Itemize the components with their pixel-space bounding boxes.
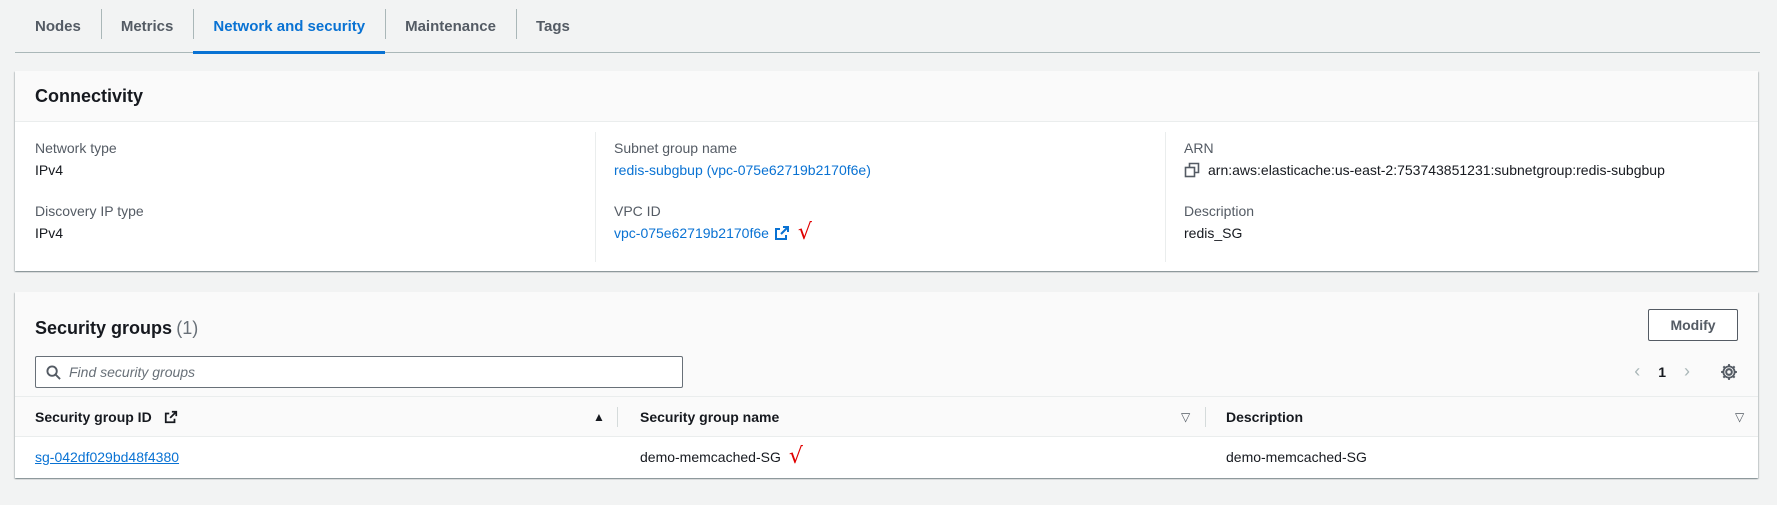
security-group-name-cell: demo-memcached-SG √	[640, 437, 803, 477]
network-type-field: Network type IPv4	[35, 138, 595, 182]
description-field: Description redis_SG	[1184, 201, 1745, 245]
arn-value: arn:aws:elasticache:us-east-2:7537438512…	[1208, 162, 1665, 178]
discovery-ip-label: Discovery IP type	[35, 203, 144, 219]
column-header-id-label: Security group ID	[35, 409, 152, 425]
security-group-name: demo-memcached-SG	[640, 449, 781, 465]
network-type-label: Network type	[35, 140, 117, 156]
tab-maintenance[interactable]: Maintenance	[385, 0, 516, 52]
description-value: redis_SG	[1184, 225, 1243, 241]
column-header-name[interactable]: Security group name	[640, 397, 779, 437]
subnet-group-link[interactable]: redis-subgbup (vpc-075e62719b2170f6e)	[614, 158, 871, 182]
security-groups-heading: Security groups (1)	[35, 318, 198, 339]
column-header-description[interactable]: Description	[1226, 397, 1303, 437]
subnet-group-label: Subnet group name	[614, 140, 737, 156]
column-header-id[interactable]: Security group ID	[35, 397, 178, 437]
column-divider[interactable]	[1205, 407, 1206, 427]
sort-unsorted-icon[interactable]: ▽	[1735, 410, 1744, 424]
connectivity-column-2: Subnet group name redis-subgbup (vpc-075…	[595, 132, 1165, 262]
connectivity-header: Connectivity	[15, 71, 1758, 122]
description-label: Description	[1184, 203, 1255, 219]
security-groups-header: Security groups (1) Modify ‹ 1 ›	[15, 292, 1758, 397]
table-row: sg-042df029bd48f4380 demo-memcached-SG √…	[15, 437, 1758, 477]
annotation-check-mark: √	[797, 220, 812, 245]
tab-network-and-security[interactable]: Network and security	[193, 0, 385, 54]
table-header: Security group ID ▲ Security group name …	[15, 397, 1758, 437]
discovery-ip-value: IPv4	[35, 225, 64, 241]
search-input[interactable]	[69, 364, 659, 380]
search-icon	[46, 364, 61, 380]
arn-field: ARN arn:aws:elasticache:us-east-2:753743…	[1184, 138, 1745, 182]
security-groups-count: (1)	[176, 318, 199, 338]
copy-icon[interactable]	[1184, 162, 1200, 178]
tab-metrics[interactable]: Metrics	[100, 0, 194, 52]
arn-label: ARN	[1184, 140, 1214, 156]
subnet-group-field: Subnet group name redis-subgbup (vpc-075…	[614, 138, 1165, 182]
gear-icon[interactable]	[1720, 363, 1738, 381]
vpc-id-label: VPC ID	[614, 203, 661, 219]
external-link-icon	[164, 410, 177, 424]
modify-button[interactable]: Modify	[1648, 309, 1738, 341]
annotation-check-mark: √	[788, 444, 803, 469]
sort-unsorted-icon[interactable]: ▽	[1181, 410, 1190, 424]
external-link-icon[interactable]	[774, 225, 790, 241]
vpc-id-field: VPC ID vpc-075e62719b2170f6e √	[614, 201, 1165, 245]
connectivity-column-3: ARN arn:aws:elasticache:us-east-2:753743…	[1165, 132, 1745, 262]
vpc-id-link[interactable]: vpc-075e62719b2170f6e	[614, 221, 769, 245]
page-number[interactable]: 1	[1658, 364, 1666, 380]
security-group-description: demo-memcached-SG	[1226, 449, 1367, 465]
security-groups-panel: Security groups (1) Modify ‹ 1 › Securit…	[15, 292, 1758, 478]
security-group-id-cell: sg-042df029bd48f4380	[35, 437, 179, 477]
sort-ascending-icon[interactable]: ▲	[593, 410, 605, 424]
connectivity-title: Connectivity	[35, 85, 144, 106]
search-security-groups[interactable]	[35, 356, 683, 388]
column-divider[interactable]	[617, 407, 618, 427]
connectivity-column-1: Network type IPv4 Discovery IP type IPv4	[35, 122, 595, 262]
tab-bar: Nodes Metrics Network and security Maint…	[15, 0, 1760, 54]
tab-tags[interactable]: Tags	[515, 0, 590, 52]
next-page-icon[interactable]: ›	[1676, 361, 1698, 382]
tab-nodes[interactable]: Nodes	[15, 0, 101, 52]
previous-page-icon[interactable]: ‹	[1626, 361, 1648, 382]
connectivity-panel: Connectivity Network type IPv4 Discovery…	[15, 71, 1758, 271]
discovery-ip-field: Discovery IP type IPv4	[35, 201, 595, 245]
security-group-id-link[interactable]: sg-042df029bd48f4380	[35, 449, 179, 465]
security-groups-title: Security groups	[35, 318, 173, 338]
pagination: ‹ 1 ›	[1626, 361, 1738, 382]
network-type-value: IPv4	[35, 162, 64, 178]
